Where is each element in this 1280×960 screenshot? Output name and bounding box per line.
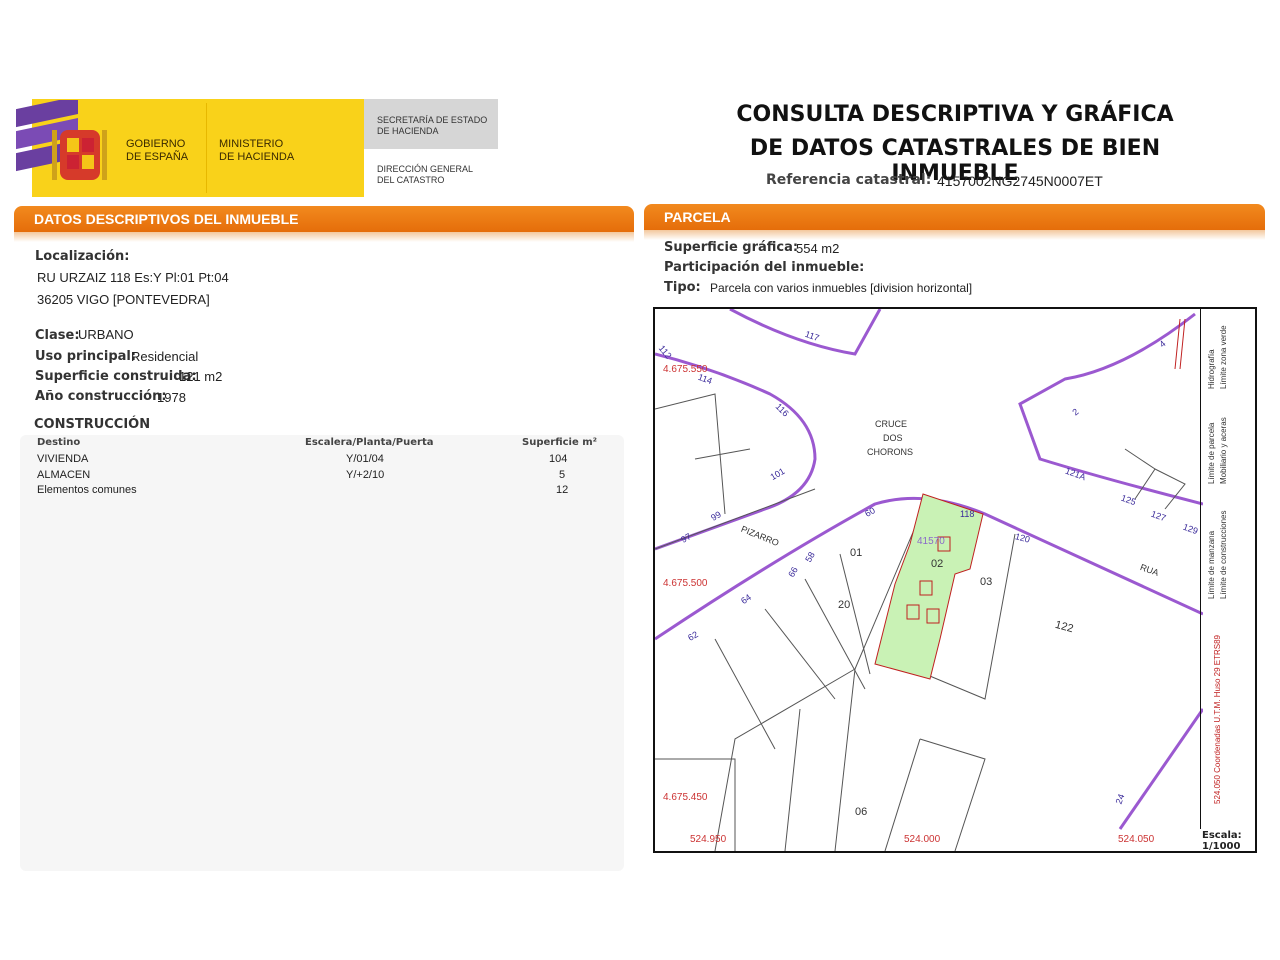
ministry-name: MINISTERIO DE HACIENDA	[219, 138, 294, 164]
datos-section-header: DATOS DESCRIPTIVOS DEL INMUEBLE	[14, 206, 634, 232]
row-planta: Y/+2/10	[346, 469, 385, 481]
map-scale: Escala: 1/1000	[1202, 830, 1242, 852]
secretaria-name: SECRETARÍA DE ESTADO DE HACIENDA	[377, 115, 487, 137]
block-southeast-edge	[1118, 708, 1203, 830]
legend-manzana: Límite de manzana	[1207, 530, 1216, 599]
participacion-label: Participación del inmueble:	[664, 260, 865, 275]
block-northeast-edge	[1018, 312, 1203, 506]
escala-label: Escala:	[1202, 830, 1242, 841]
row-destino: Elementos comunes	[37, 484, 137, 496]
legend-hidrografia: Hidrografía	[1207, 349, 1216, 389]
parcel-id: 41570	[917, 536, 945, 547]
datos-section-title: DATOS DESCRIPTIVOS DEL INMUEBLE	[34, 211, 299, 227]
parcela-section-title: PARCELA	[664, 209, 731, 225]
parcela-section-header: PARCELA	[644, 204, 1265, 230]
legend-parcela: Límite de parcela	[1207, 422, 1216, 484]
parcel-line	[655, 393, 726, 515]
address-line2: 36205 VIGO [PONTEVEDRA]	[37, 292, 210, 307]
coat-of-arms-icon	[16, 100, 107, 180]
cadastral-map[interactable]: CRUCE DOS CHORONS PIZARRO RUA 4.675.550 …	[653, 307, 1257, 853]
parcel-line	[655, 488, 816, 550]
row-planta: Y/01/04	[346, 453, 384, 465]
coord-y2: 4.675.500	[663, 578, 708, 589]
construccion-table	[20, 435, 624, 871]
row-superficie: 12	[556, 484, 569, 496]
direccion-name: DIRECCIÓN GENERAL DEL CATASTRO	[377, 164, 473, 186]
clase-value: URBANO	[78, 327, 134, 342]
anio-label: Año construcción:	[35, 389, 167, 404]
cruce-line2: DOS	[883, 433, 903, 443]
selected-parcel	[874, 493, 984, 680]
ministry-line2: DE HACIENDA	[219, 151, 295, 163]
street-number: 118	[960, 509, 975, 519]
row-superficie: 104	[549, 453, 568, 465]
secretaria-line1: SECRETARÍA DE ESTADO	[377, 115, 488, 125]
parcel-number: 02	[931, 558, 944, 570]
parcel-number: 20	[838, 599, 851, 611]
coord-y3: 4.675.450	[663, 792, 708, 803]
superficie-construida-value: 121 m2	[179, 369, 223, 384]
legend-construcciones: Límite de construcciones	[1219, 510, 1228, 600]
gov-name: GOBIERNO DE ESPAÑA	[126, 138, 188, 164]
ref-label: Referencia catastral:	[766, 172, 932, 188]
map-legend: Límite de manzana Límite de construccion…	[1200, 309, 1255, 829]
uso-value: Residencial	[131, 349, 199, 364]
legend-zona-verde: Límite zona verde	[1219, 325, 1228, 389]
address-line1: RU URZAIZ 118 Es:Y Pl:01 Pt:04	[37, 270, 229, 285]
coord-note: 524.050 Coordenadas U.T.M. Huso 29 ETRS8…	[1213, 635, 1222, 804]
parcela-header-shadow	[644, 230, 1265, 240]
parcel-number: 03	[980, 576, 993, 588]
col-destino: Destino	[37, 437, 81, 448]
clase-label: Clase:	[35, 328, 80, 343]
anio-value: 1978	[157, 390, 186, 405]
parcel-number: 06	[855, 806, 868, 818]
row-destino: VIVIENDA	[37, 453, 89, 465]
localizacion-label: Localización:	[35, 249, 130, 264]
superficie-grafica-value: 554 m2	[796, 241, 840, 256]
parcel-line	[694, 448, 751, 460]
parcel-line	[834, 668, 856, 851]
cruce-line3: CHORONS	[867, 447, 914, 457]
datos-header-shadow	[14, 232, 634, 242]
coord-x1: 524.950	[690, 834, 727, 845]
uso-label: Uso principal:	[35, 349, 137, 364]
logo-divider	[206, 103, 207, 193]
page-title-line1: CONSULTA DESCRIPTIVA Y GRÁFICA	[736, 102, 1174, 127]
parcel-line	[714, 668, 856, 851]
escala-value: 1/1000	[1202, 841, 1241, 852]
superficie-grafica-label: Superficie gráfica:	[664, 240, 799, 255]
secretaria-line2: DE HACIENDA	[377, 126, 439, 136]
gov-line2: DE ESPAÑA	[126, 151, 189, 163]
row-destino: ALMACEN	[37, 469, 91, 481]
ministry-line1: MINISTERIO	[219, 138, 284, 150]
tipo-label: Tipo:	[664, 280, 701, 295]
map-drawing	[655, 309, 1203, 851]
parcel-number: 01	[850, 547, 863, 559]
cruce-line1: CRUCE	[875, 419, 908, 429]
direccion-line1: DIRECCIÓN GENERAL	[377, 164, 474, 174]
parcel-line	[714, 638, 776, 750]
parcel-line	[1154, 468, 1186, 510]
col-planta: Escalera/Planta/Puerta	[305, 437, 434, 448]
superficie-construida-label: Superficie construida:	[35, 369, 197, 384]
coord-x2: 524.000	[904, 834, 941, 845]
construccion-title: CONSTRUCCIÓN	[34, 417, 151, 432]
parcel-line	[764, 608, 836, 700]
ref-value: 4157002NG2745N0007ET	[937, 173, 1103, 189]
col-superficie: Superficie m²	[522, 437, 598, 448]
coord-x3: 524.050	[1118, 834, 1155, 845]
parcel-line	[839, 553, 871, 675]
tipo-value: Parcela con varios inmuebles [division h…	[710, 281, 973, 295]
parcel-line	[784, 708, 801, 851]
legend-mobiliario: Mobiliario y aceras	[1219, 417, 1228, 484]
row-superficie: 5	[559, 469, 566, 481]
direccion-line2: DEL CATASTRO	[377, 175, 445, 185]
gov-line1: GOBIERNO	[126, 138, 186, 150]
